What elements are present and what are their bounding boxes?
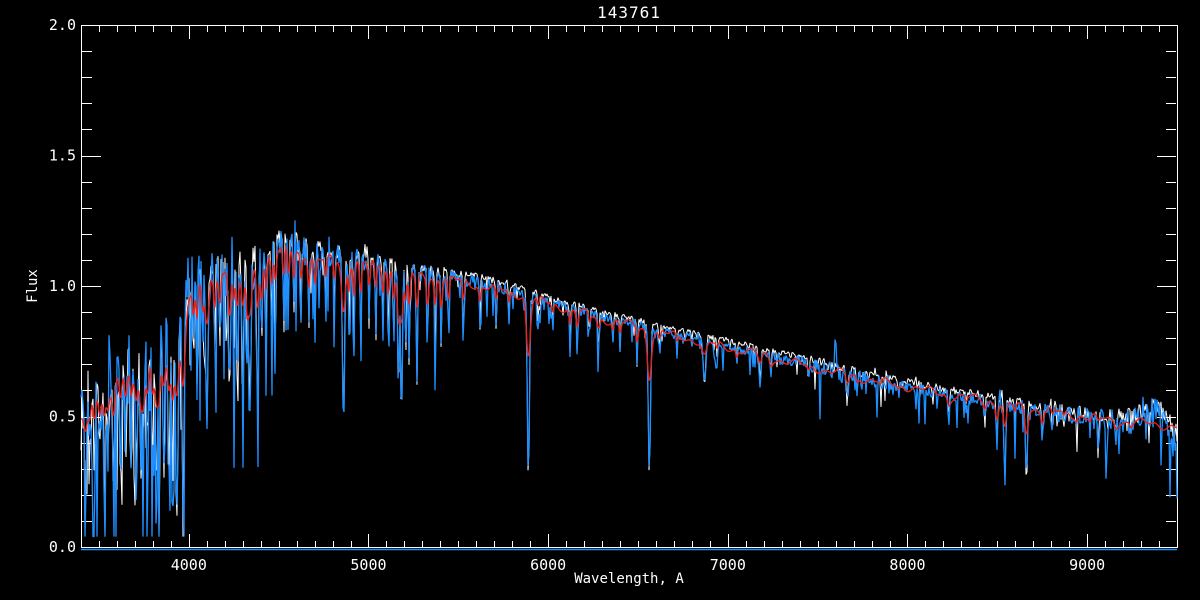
x-tick-label: 4000 [171, 556, 207, 574]
spectrum-plot: 4000500060007000800090000.00.51.01.52.0 … [0, 0, 1200, 600]
series-target-spectrum [81, 220, 1177, 536]
y-tick-label: 1.5 [49, 147, 76, 165]
x-tick-label: 9000 [1069, 556, 1105, 574]
spectra [81, 220, 1177, 549]
plot-title: 143761 [597, 3, 661, 22]
y-tick-label: 2.0 [49, 16, 76, 34]
y-axis-label: Flux [25, 269, 41, 303]
x-tick-label: 6000 [530, 556, 566, 574]
spectrum-figure: 4000500060007000800090000.00.51.01.52.0 … [0, 0, 1200, 600]
x-tick-label: 5000 [350, 556, 386, 574]
y-tick-label: 1.0 [49, 277, 76, 295]
x-axis-label: Wavelength, A [574, 571, 684, 587]
y-tick-label: 0.5 [49, 408, 76, 426]
series-observed-spectrum [81, 231, 1177, 537]
x-tick-label: 7000 [710, 556, 746, 574]
x-tick-label: 8000 [889, 556, 925, 574]
y-tick-label: 0.0 [49, 538, 76, 556]
